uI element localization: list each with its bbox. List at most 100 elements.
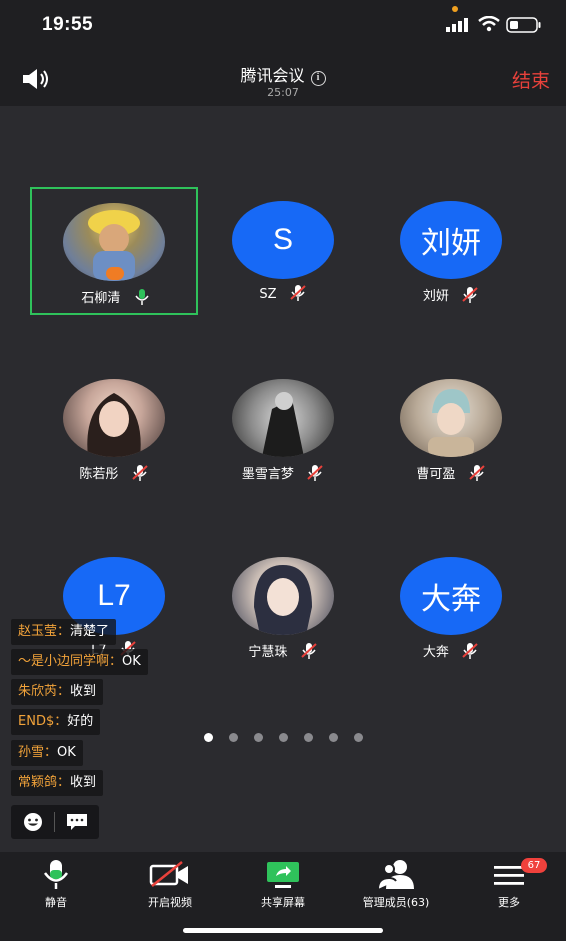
avatar (232, 557, 334, 635)
chat-message: 朱欣芮：收到 (11, 679, 104, 705)
share-screen-icon (267, 862, 299, 888)
chat-message: 赵玉莹：清楚了 (11, 619, 117, 645)
end-meeting-button[interactable]: 结束 (512, 66, 550, 93)
start-video-button[interactable]: 开启视频 (115, 858, 225, 918)
avatar-photo-icon (262, 392, 304, 457)
status-bar: 19:55 (0, 0, 566, 50)
participant-tile[interactable]: 墨雪言梦 (199, 365, 367, 493)
manage-members-button[interactable]: 管理成员(63) (341, 858, 451, 918)
share-screen-button[interactable]: 共享屏幕 (228, 858, 338, 918)
participant-name: 大奔 (422, 645, 449, 660)
members-icon (377, 860, 414, 890)
mic-muted-icon (289, 285, 306, 301)
page-dot[interactable] (354, 733, 363, 742)
chat-sender: 常颖鸽： (18, 775, 71, 790)
page-dot[interactable] (229, 733, 238, 742)
avatar (400, 379, 502, 457)
participant-name: 墨雪言梦 (241, 467, 294, 482)
avatar: 刘妍 (400, 201, 502, 279)
participant-tile[interactable]: 刘妍 刘妍 (367, 187, 535, 315)
recording-dot (452, 6, 458, 12)
chat-icon[interactable] (66, 813, 88, 831)
home-indicator (183, 928, 383, 933)
page-dot[interactable] (254, 733, 263, 742)
participant-name-row: SZ (199, 285, 367, 302)
mic-muted-icon (307, 465, 323, 481)
meeting-title: 腾讯会议 (240, 66, 305, 85)
chat-text: 收到 (70, 684, 97, 699)
avatar: S (232, 201, 334, 279)
mic-muted-icon (468, 465, 485, 481)
emoji-icon[interactable] (22, 812, 44, 832)
mute-button[interactable]: 静音 (1, 858, 111, 918)
signal-icon (446, 18, 468, 32)
participant-name: 石柳清 (81, 291, 121, 306)
more-label: 更多 (498, 896, 520, 909)
page-dot[interactable] (304, 733, 313, 742)
meeting-timer: 25:07 (267, 86, 299, 99)
battery-icon (506, 17, 541, 33)
chat-message: ～是小边同学啊：OK (11, 649, 148, 675)
avatar (63, 379, 165, 457)
participant-name: SZ (259, 287, 277, 302)
participant-name-row: 墨雪言梦 (199, 463, 367, 482)
members-label: 管理成员(63) (362, 896, 430, 909)
notification-badge: 67 (521, 858, 547, 873)
participant-name: 宁慧珠 (248, 645, 288, 660)
participant-name-row: 曹可盈 (367, 463, 535, 482)
chat-sender: END$： (18, 714, 68, 729)
info-icon[interactable]: i (310, 71, 326, 86)
page-dot[interactable] (279, 733, 288, 742)
chat-text: 好的 (67, 714, 94, 729)
chat-text: 收到 (70, 775, 97, 790)
participant-name: 刘妍 (422, 289, 449, 304)
participant-tile[interactable]: 石柳清 (30, 187, 198, 315)
avatar-photo-icon (87, 393, 141, 457)
video-off-icon (149, 861, 188, 887)
chat-sender: 朱欣芮： (18, 684, 71, 699)
host-icon (106, 267, 124, 280)
chat-text: 清楚了 (70, 624, 110, 639)
participant-name-row: 大奔 (367, 641, 535, 660)
chat-message: END$：好的 (11, 709, 101, 735)
chat-text: OK (122, 654, 141, 669)
participant-tile[interactable]: 曹可盈 (367, 365, 535, 493)
chat-sender: 孙雪： (18, 745, 58, 760)
participant-name-row: 刘妍 (367, 285, 535, 304)
participant-tile[interactable]: 陈若彤 (30, 365, 198, 493)
page-indicator[interactable] (204, 733, 370, 743)
participant-tile[interactable]: 大奔 大奔 (367, 543, 535, 671)
chat-tools (11, 805, 99, 839)
participant-name-row: 宁慧珠 (199, 641, 367, 660)
participant-name: 陈若彤 (79, 467, 119, 482)
meeting-header: 腾讯会议 i 25:07 结束 (0, 50, 566, 106)
chat-message: 常颖鸽：收到 (11, 770, 104, 796)
wifi-icon (478, 16, 500, 32)
chat-message: 孙雪：OK (11, 740, 83, 766)
avatar: 大奔 (400, 557, 502, 635)
mic-muted-icon (300, 643, 317, 659)
video-label: 开启视频 (148, 896, 192, 909)
mic-icon (134, 289, 149, 305)
participant-name-row: 陈若彤 (30, 463, 198, 482)
share-label: 共享屏幕 (261, 896, 305, 909)
avatar (232, 379, 334, 457)
mic-icon (43, 860, 69, 889)
avatar-photo-icon (428, 389, 474, 457)
chat-text: OK (57, 745, 76, 760)
chat-sender: 赵玉莹： (18, 624, 71, 639)
chat-sender: ～是小边同学啊： (18, 654, 123, 669)
more-button[interactable]: 67 更多 (454, 858, 564, 918)
status-time: 19:55 (42, 14, 94, 35)
mute-label: 静音 (45, 896, 67, 909)
page-dot[interactable] (204, 733, 213, 742)
page-dot[interactable] (329, 733, 338, 742)
participant-tile[interactable]: 宁慧珠 (199, 543, 367, 671)
participant-name-row: 石柳清 (32, 287, 200, 306)
avatar-photo-icon (254, 565, 312, 635)
participant-name: 曹可盈 (416, 467, 456, 482)
mic-muted-icon (131, 465, 148, 481)
participant-tile[interactable]: S SZ (199, 187, 367, 315)
mic-muted-icon (462, 287, 478, 303)
divider (54, 812, 55, 832)
